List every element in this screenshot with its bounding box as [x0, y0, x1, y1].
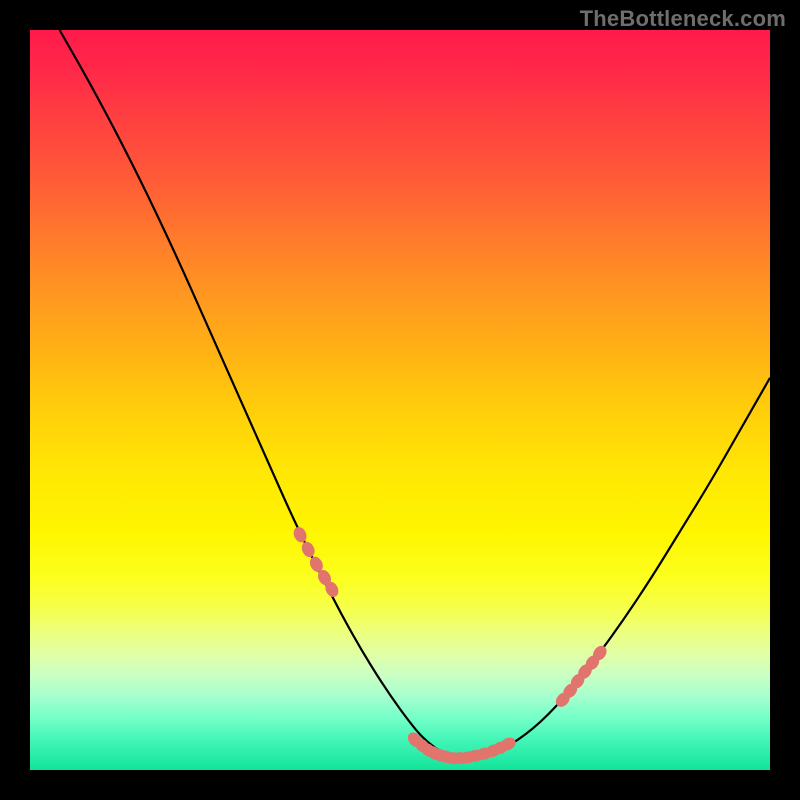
- plot-area: [30, 30, 770, 770]
- marker-group: [291, 525, 609, 766]
- chart-frame: TheBottleneck.com: [0, 0, 800, 800]
- curve-marker: [291, 525, 309, 545]
- curve-path: [60, 30, 770, 758]
- curve-marker: [299, 540, 317, 560]
- watermark-text: TheBottleneck.com: [580, 6, 786, 32]
- chart-svg: [30, 30, 770, 770]
